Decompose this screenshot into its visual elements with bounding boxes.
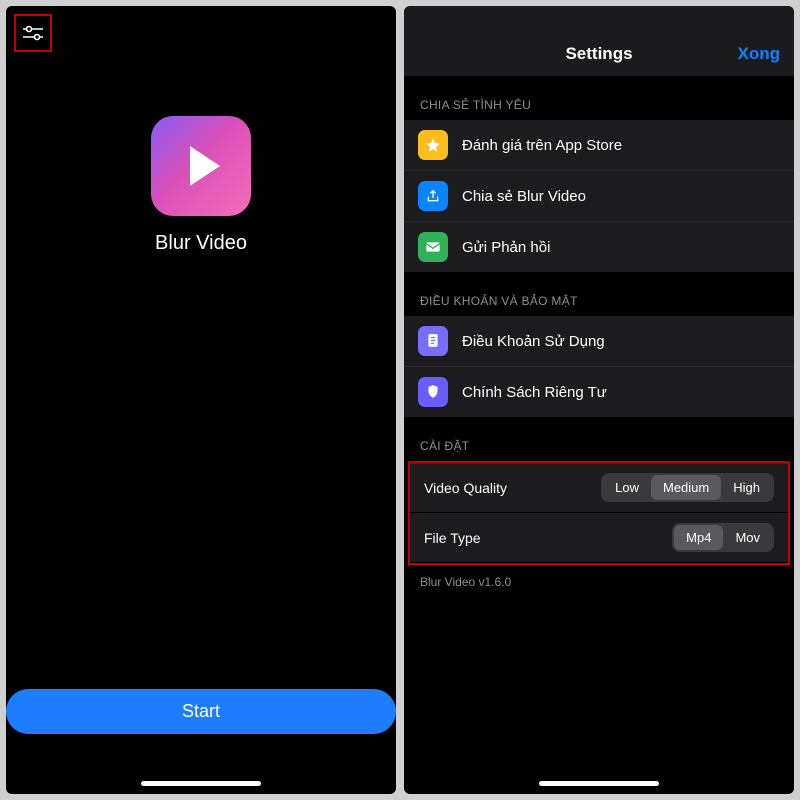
rate-label: Đánh giá trên App Store — [462, 137, 622, 154]
app-name: Blur Video — [155, 232, 247, 255]
file-type-segmented[interactable]: Mp4 Mov — [672, 523, 774, 552]
settings-highlight: Video Quality Low Medium High File Type … — [408, 461, 790, 565]
section-header-share: CHIA SẺ TÌNH YÊU — [404, 76, 794, 120]
section-header-settings: CÀI ĐẶT — [404, 417, 794, 461]
right-screen-settings: Settings Xong CHIA SẺ TÌNH YÊU Đánh giá … — [404, 6, 794, 794]
sliders-icon — [22, 24, 44, 42]
app-icon — [151, 116, 251, 216]
done-button[interactable]: Xong — [738, 44, 781, 64]
star-icon — [418, 130, 448, 160]
rate-row[interactable]: Đánh giá trên App Store — [404, 120, 794, 171]
start-button[interactable]: Start — [6, 689, 396, 734]
share-group: Đánh giá trên App Store Chia sẻ Blur Vid… — [404, 120, 794, 272]
file-type-label: File Type — [424, 530, 481, 546]
settings-toggle-button[interactable] — [14, 14, 52, 52]
quality-low[interactable]: Low — [603, 475, 651, 500]
play-icon — [190, 146, 220, 186]
left-screen: Blur Video Start — [6, 6, 396, 794]
document-icon — [418, 326, 448, 356]
share-row[interactable]: Chia sẻ Blur Video — [404, 171, 794, 222]
privacy-row[interactable]: Chính Sách Riêng Tư — [404, 367, 794, 417]
section-header-terms: ĐIỀU KHOẢN VÀ BẢO MẬT — [404, 272, 794, 316]
quality-medium[interactable]: Medium — [651, 475, 721, 500]
nav-title: Settings — [565, 44, 632, 64]
feedback-label: Gửi Phản hồi — [462, 239, 550, 256]
shield-icon — [418, 377, 448, 407]
file-type-row: File Type Mp4 Mov — [410, 513, 788, 563]
filetype-mp4[interactable]: Mp4 — [674, 525, 723, 550]
share-label: Chia sẻ Blur Video — [462, 188, 586, 205]
video-quality-label: Video Quality — [424, 480, 507, 496]
home-indicator[interactable] — [141, 781, 261, 786]
video-quality-segmented[interactable]: Low Medium High — [601, 473, 774, 502]
terms-group: Điều Khoản Sử Dụng Chính Sách Riêng Tư — [404, 316, 794, 417]
mail-icon — [418, 232, 448, 262]
nav-bar: Settings Xong — [404, 6, 794, 76]
app-intro: Blur Video — [6, 6, 396, 689]
terms-row[interactable]: Điều Khoản Sử Dụng — [404, 316, 794, 367]
feedback-row[interactable]: Gửi Phản hồi — [404, 222, 794, 272]
filetype-mov[interactable]: Mov — [723, 525, 772, 550]
share-icon — [418, 181, 448, 211]
video-quality-row: Video Quality Low Medium High — [410, 463, 788, 513]
privacy-label: Chính Sách Riêng Tư — [462, 384, 607, 401]
home-indicator[interactable] — [539, 781, 659, 786]
terms-label: Điều Khoản Sử Dụng — [462, 333, 605, 350]
version-text: Blur Video v1.6.0 — [404, 565, 794, 599]
quality-high[interactable]: High — [721, 475, 772, 500]
